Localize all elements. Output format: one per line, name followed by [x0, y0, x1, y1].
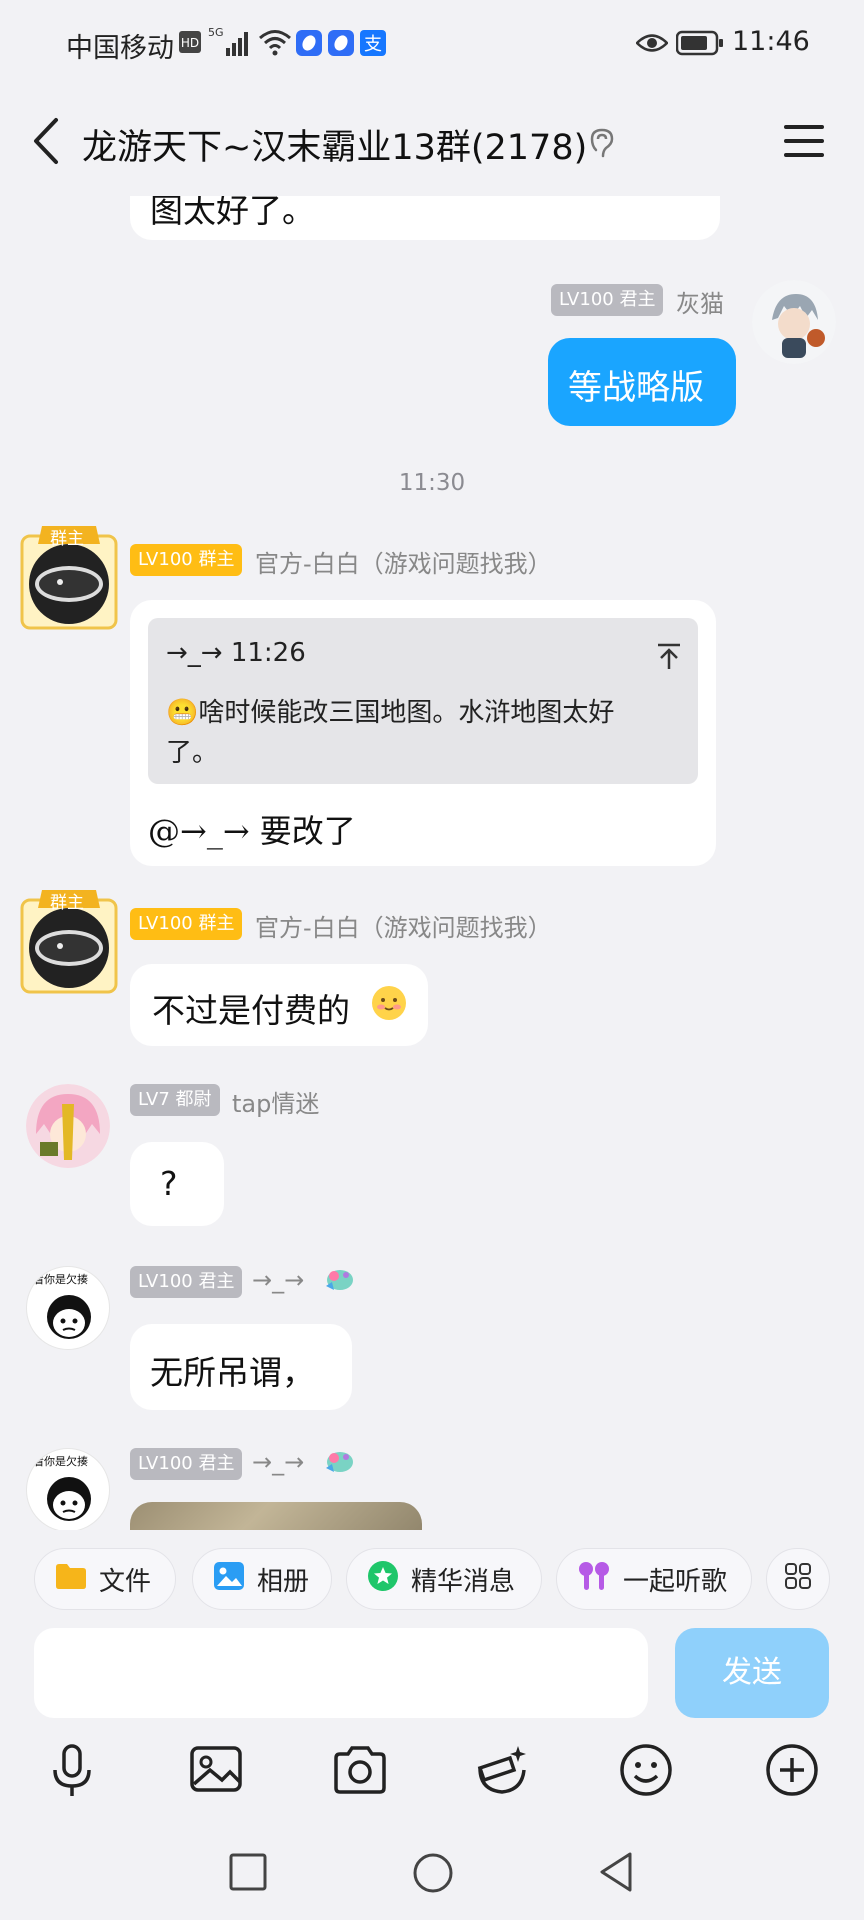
quick-action-label: 一起听歌	[623, 1566, 728, 1597]
level-badge: LV100 君主	[551, 284, 664, 316]
message-text: ?	[160, 1164, 178, 1203]
battery-icon	[675, 30, 724, 60]
sender-nickname[interactable]: 灰猫	[676, 284, 724, 319]
album-icon	[213, 1561, 245, 1598]
avatar[interactable]: 群主	[20, 522, 118, 632]
hd-icon: HD	[178, 30, 202, 58]
sender-nickname[interactable]: →_→	[252, 1448, 304, 1476]
quick-action-album[interactable]: 相册	[192, 1548, 332, 1610]
status-time: 11:46	[732, 26, 810, 57]
back-icon[interactable]	[596, 1850, 636, 1898]
sender-nickname[interactable]: 官方-白白（游戏问题找我）	[255, 544, 552, 579]
message-bubble[interactable]: ?	[130, 1142, 224, 1226]
level-badge: LV100 群主	[130, 544, 243, 576]
alipay-icon: 支	[360, 30, 386, 60]
essence-icon	[367, 1560, 399, 1599]
sender-nickname[interactable]: 官方-白白（游戏问题找我）	[255, 908, 552, 943]
image-message[interactable]	[130, 1502, 422, 1530]
message-bubble[interactable]: 图太好了。	[130, 196, 720, 240]
system-navigation-bar	[0, 1830, 864, 1920]
avatar[interactable]: 看你是欠揍	[26, 1266, 110, 1350]
quote-text: 了。	[166, 738, 219, 768]
more-apps-button[interactable]	[766, 1548, 830, 1610]
recent-apps-icon[interactable]	[228, 1852, 268, 1896]
jump-to-top-icon[interactable]	[656, 640, 682, 679]
quick-action-listen-together[interactable]: 一起听歌	[556, 1548, 752, 1610]
app-notification-icon	[296, 30, 322, 60]
emoji-icon[interactable]	[614, 1738, 678, 1802]
ear-mode-icon[interactable]	[588, 126, 616, 164]
message-bubble[interactable]: →_→ 11:26 😬啥时候能改三国地图。水浒地图太好 了。 @→_→ 要改了	[130, 600, 716, 866]
smile-emoji-icon	[370, 984, 408, 1030]
quick-action-bar: 文件 相册 精华消息 一起听歌	[0, 1530, 864, 1628]
message-text: 图太好了。	[150, 196, 315, 230]
avatar[interactable]: 看你是欠揍	[26, 1448, 110, 1530]
svg-text:支: 支	[364, 34, 382, 55]
quick-action-label: 文件	[99, 1566, 152, 1597]
quick-action-label: 精华消息	[411, 1566, 516, 1597]
level-badge: LV100 群主	[130, 908, 243, 940]
quote-header: →_→ 11:26	[166, 638, 306, 668]
folder-icon	[55, 1562, 87, 1597]
camera-icon[interactable]	[328, 1738, 392, 1802]
grid-icon	[784, 1562, 812, 1597]
microphone-icon[interactable]	[40, 1738, 104, 1802]
carrier-name: 中国移动	[66, 33, 174, 64]
pet-badge-icon	[322, 1264, 356, 1298]
avatar[interactable]	[26, 1084, 110, 1168]
message-bubble[interactable]: 不过是付费的	[130, 964, 428, 1046]
back-arrow-icon[interactable]	[30, 116, 60, 170]
quick-action-essence[interactable]: 精华消息	[346, 1548, 542, 1610]
message-input[interactable]	[34, 1628, 648, 1718]
plus-icon[interactable]	[760, 1738, 824, 1802]
level-badge: LV100 君主	[130, 1266, 243, 1298]
quoted-message[interactable]: →_→ 11:26 😬啥时候能改三国地图。水浒地图太好 了。	[148, 618, 698, 784]
send-button[interactable]: 发送	[675, 1628, 829, 1718]
wifi-icon	[258, 28, 292, 60]
group-title[interactable]: 龙游天下~汉末霸业13群(2178)	[82, 119, 587, 170]
level-badge: LV100 君主	[130, 1448, 243, 1480]
quick-action-label: 相册	[257, 1566, 310, 1597]
level-badge: LV7 都尉	[130, 1084, 220, 1116]
owner-tag: 群主	[50, 529, 84, 549]
avatar[interactable]: 群主	[20, 886, 118, 996]
message-text: 等战略版	[568, 368, 704, 408]
red-packet-sticker-icon[interactable]	[470, 1738, 534, 1802]
svg-text:HD: HD	[181, 36, 199, 50]
quick-action-files[interactable]: 文件	[34, 1548, 176, 1610]
home-icon[interactable]	[412, 1852, 454, 1898]
signal-icon: 5G	[208, 26, 252, 62]
pet-badge-icon	[322, 1446, 356, 1480]
message-bubble[interactable]: 无所吊谓，	[130, 1324, 352, 1410]
avatar-caption: 看你是欠揍	[33, 1455, 88, 1468]
earbuds-icon	[577, 1560, 611, 1599]
message-text: 不过是付费的	[152, 991, 350, 1030]
eye-icon	[635, 32, 669, 58]
message-text: @→_→ 要改了	[148, 812, 356, 850]
sender-nickname[interactable]: →_→	[252, 1266, 304, 1294]
avatar[interactable]	[752, 280, 836, 364]
sender-nickname[interactable]: tap情迷	[232, 1084, 319, 1119]
quote-text: 😬啥时候能改三国地图。水浒地图太好	[166, 698, 615, 728]
chat-header: 龙游天下~汉末霸业13群(2178)	[0, 86, 864, 196]
avatar-caption: 看你是欠揍	[33, 1273, 88, 1286]
app-notification-icon	[328, 30, 354, 60]
network-type: 5G	[208, 26, 224, 39]
menu-icon[interactable]	[784, 124, 824, 162]
message-text: 无所吊谓，	[150, 1353, 315, 1392]
image-picker-icon[interactable]	[184, 1738, 248, 1802]
message-timestamp: 11:30	[398, 470, 466, 496]
chat-message-list[interactable]: 图太好了。 LV100 君主 灰猫 等战略版 11:30 群主 LV100 群主…	[0, 196, 864, 1530]
status-bar: 中国移动 HD 5G 支 11:46	[0, 0, 864, 86]
message-bubble-self[interactable]: 等战略版	[548, 338, 736, 426]
owner-tag: 群主	[50, 893, 84, 913]
input-toolbar	[0, 1730, 864, 1810]
